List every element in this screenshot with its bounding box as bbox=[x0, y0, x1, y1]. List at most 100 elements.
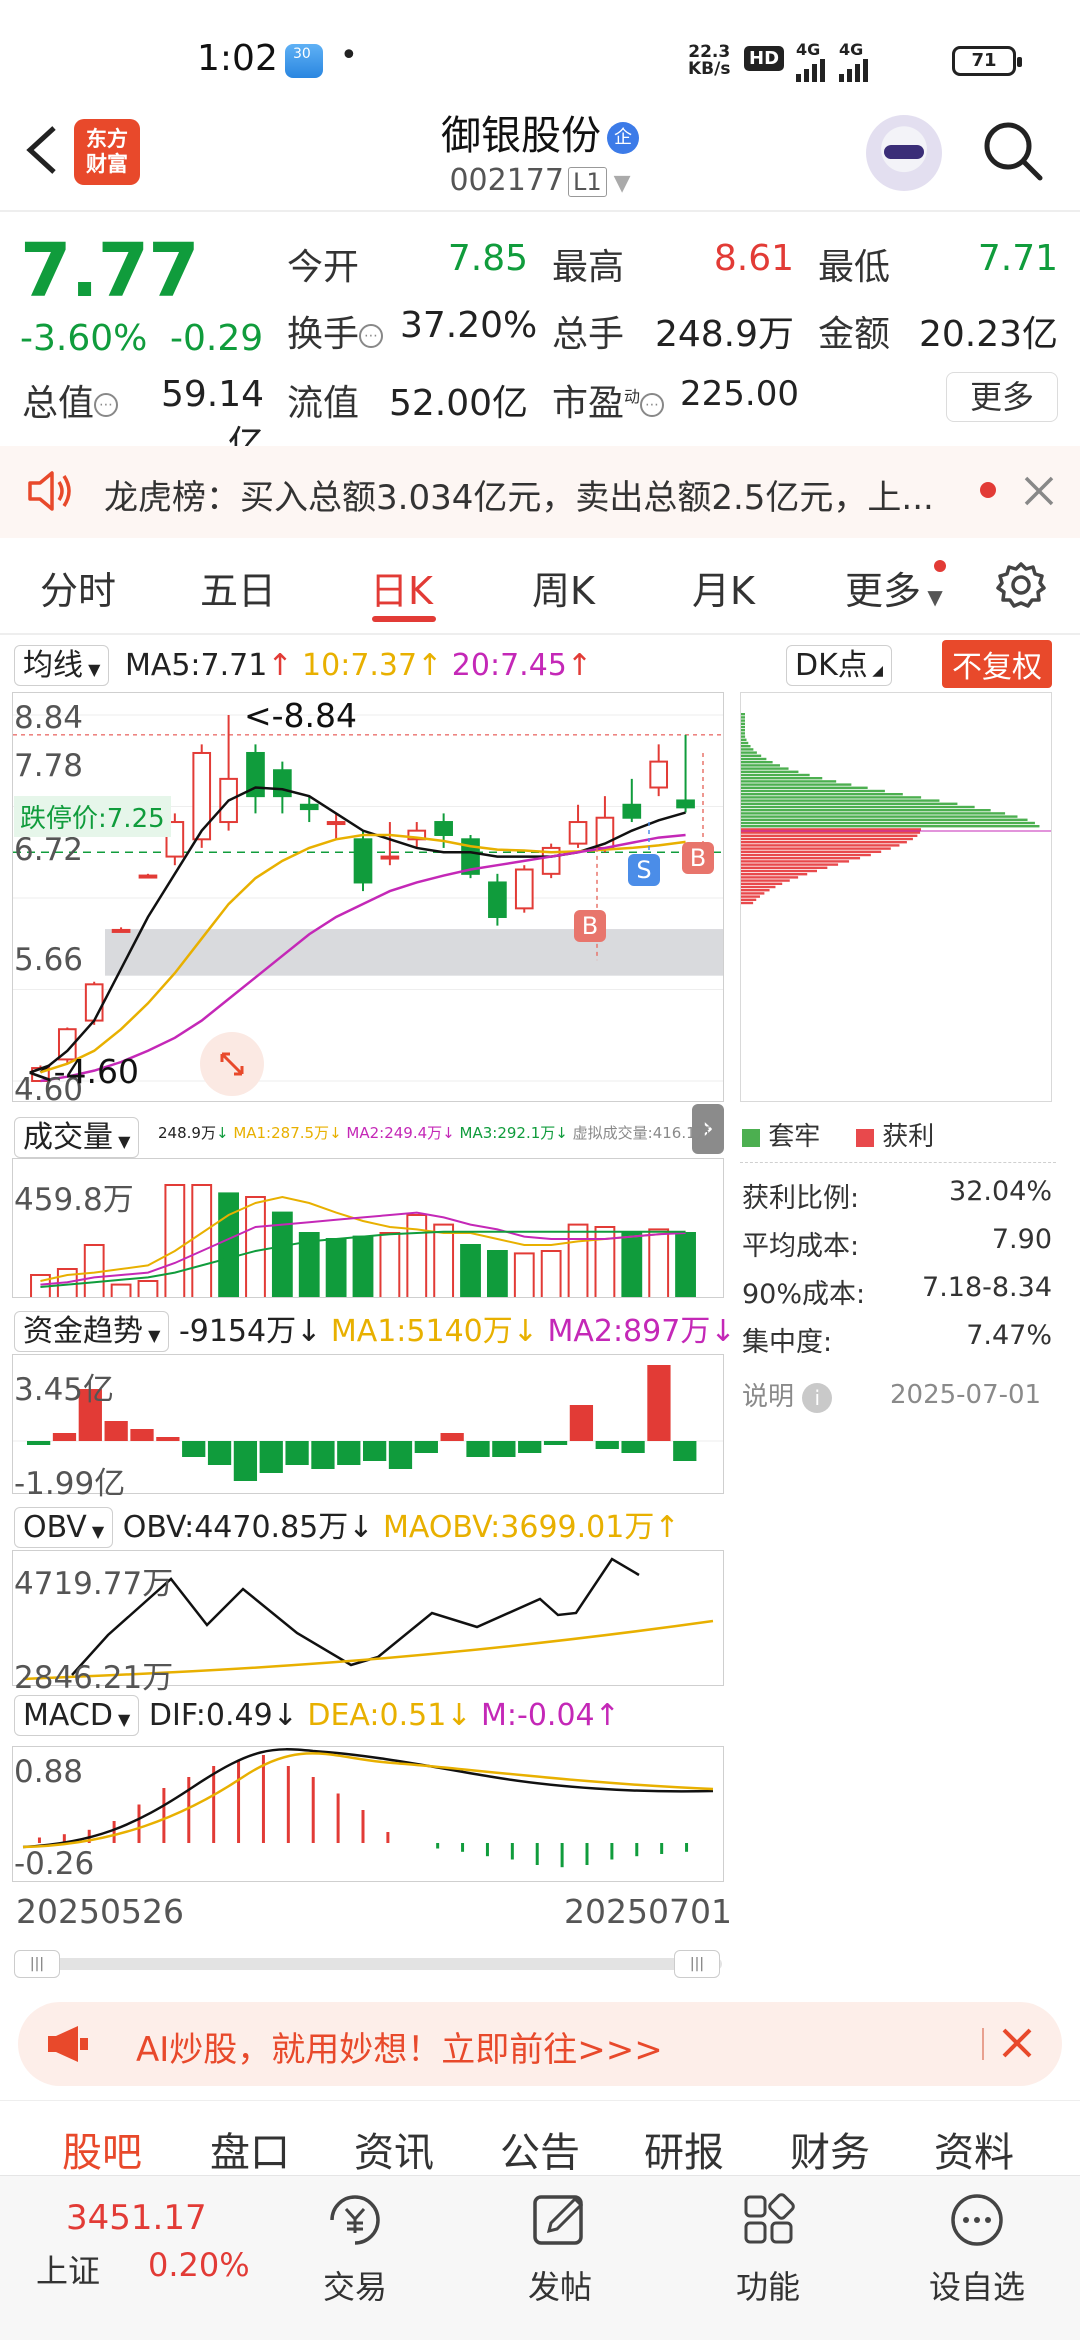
mktcap-label: 总值 ⋯ bbox=[22, 374, 119, 426]
candle bbox=[111, 928, 131, 933]
search-icon[interactable] bbox=[980, 118, 1046, 184]
tab-research[interactable]: 研报 bbox=[644, 2120, 724, 2178]
info-icon[interactable]: ⋯ bbox=[359, 324, 384, 348]
close-icon[interactable] bbox=[1022, 474, 1056, 512]
dk-point-selector[interactable]: DK点 ◢ bbox=[786, 640, 892, 686]
macd-y-bottom: -0.26 bbox=[14, 1846, 95, 1882]
float-label: 流值 bbox=[287, 383, 360, 424]
amount-value: 20.23亿 bbox=[918, 314, 1058, 355]
chip-bar bbox=[741, 841, 907, 844]
chip-bar bbox=[741, 821, 1035, 825]
ma-selector[interactable]: 均线 ▼ bbox=[14, 645, 110, 686]
chip-distribution-chart[interactable] bbox=[740, 692, 1052, 1102]
buy-signal-marker[interactable]: B bbox=[574, 910, 606, 942]
nav-functions[interactable]: 功能 bbox=[693, 2262, 843, 2308]
chip-bar bbox=[741, 805, 975, 809]
chip-bar bbox=[741, 885, 776, 889]
tab-daily-k[interactable]: 日K bbox=[370, 560, 433, 615]
index-value[interactable]: 3451.17 bbox=[66, 2198, 207, 2238]
tab-announcements[interactable]: 公告 bbox=[500, 2120, 580, 2178]
range-scrollbar[interactable] bbox=[16, 1958, 722, 1970]
tab-finance[interactable]: 财务 bbox=[790, 2120, 870, 2178]
buy-signal-marker[interactable]: B bbox=[682, 842, 714, 874]
fund-bar bbox=[182, 1441, 206, 1457]
tab-more[interactable]: 更多 ▼ bbox=[845, 560, 943, 615]
tab-weekly-k[interactable]: 周K bbox=[532, 560, 595, 615]
cost-90-label: 90%成本: bbox=[742, 1279, 866, 1310]
nav-post[interactable]: 发帖 bbox=[485, 2262, 635, 2308]
tab-news[interactable]: 资讯 bbox=[354, 2120, 434, 2178]
kline-chart[interactable] bbox=[12, 692, 724, 1102]
fund-bar bbox=[543, 1441, 568, 1445]
ad-close-icon[interactable] bbox=[1000, 2026, 1034, 2064]
nav-add-watchlist[interactable]: 设自选 bbox=[902, 2262, 1052, 2308]
fund-bar bbox=[621, 1441, 645, 1453]
macd-chart[interactable] bbox=[12, 1746, 724, 1882]
high-marker: <-8.84 bbox=[244, 696, 358, 735]
concentration-value: 7.47% bbox=[966, 1320, 1052, 1351]
macd-selector[interactable]: MACD ▼ bbox=[14, 1695, 140, 1736]
active-tab-underline bbox=[372, 616, 436, 622]
ma5-value: MA5:7.71 bbox=[124, 648, 268, 683]
chip-bar bbox=[741, 751, 757, 754]
obv-selector[interactable]: OBV ▼ bbox=[14, 1507, 114, 1548]
chip-note[interactable]: 说明 i bbox=[742, 1376, 833, 1413]
chip-bar bbox=[741, 777, 823, 780]
fund-indicator-row: 资金趋势 ▼ -9154万↓ MA1:5140万↓ MA2:897万↓ bbox=[14, 1306, 735, 1352]
tab-monthly-k[interactable]: 月K bbox=[692, 560, 755, 615]
chip-bar bbox=[741, 722, 745, 725]
nav-trade[interactable]: 交易 bbox=[280, 2262, 430, 2308]
index-name[interactable]: 上证 bbox=[36, 2246, 100, 2292]
fund-bar bbox=[52, 1433, 77, 1441]
info-icon[interactable]: ⋯ bbox=[640, 393, 665, 417]
range-handle-left[interactable]: ||| bbox=[14, 1950, 60, 1978]
chip-bar bbox=[741, 793, 903, 796]
fund-bar bbox=[466, 1441, 490, 1457]
chip-bar bbox=[741, 748, 754, 751]
speaker-icon bbox=[26, 468, 74, 518]
info-icon[interactable]: ⋯ bbox=[94, 393, 119, 417]
volume-bar bbox=[191, 1184, 213, 1297]
post-icon[interactable] bbox=[485, 2185, 635, 2255]
chip-bar bbox=[741, 745, 751, 748]
settings-gear-icon[interactable] bbox=[996, 560, 1046, 614]
volume-selector[interactable]: 成交量 ▼ bbox=[14, 1112, 140, 1158]
notice-bar[interactable]: 龙虎榜：买入总额3.034亿元，卖出总额2.5亿元，上... bbox=[0, 446, 1080, 538]
megaphone-icon bbox=[44, 2022, 92, 2070]
expand-icon[interactable] bbox=[200, 1032, 264, 1096]
notice-text: 龙虎榜：买入总额3.034亿元，卖出总额2.5亿元，上... bbox=[104, 478, 934, 518]
sell-signal-marker[interactable]: S bbox=[628, 854, 660, 886]
tab-profile[interactable]: 资料 bbox=[934, 2120, 1014, 2178]
tab-guba[interactable]: 股吧 bbox=[62, 2120, 142, 2178]
candle bbox=[299, 803, 319, 811]
functions-icon[interactable] bbox=[693, 2185, 843, 2255]
y-label-6.72: 6.72 bbox=[14, 832, 84, 868]
candle bbox=[380, 855, 400, 860]
add-watchlist-icon[interactable] bbox=[902, 2185, 1052, 2255]
amount-label: 金额 bbox=[818, 314, 891, 355]
ai-assistant-avatar[interactable] bbox=[866, 115, 942, 191]
adjust-toggle[interactable]: 不复权 bbox=[942, 640, 1052, 688]
volume-bar bbox=[164, 1184, 186, 1297]
range-handle-right[interactable]: ||| bbox=[674, 1950, 720, 1978]
index-change[interactable]: 0.20% bbox=[148, 2246, 250, 2284]
ma10-value: 10:7.37 bbox=[302, 648, 418, 683]
fund-bar bbox=[337, 1441, 361, 1465]
tab-minute[interactable]: 分时 bbox=[40, 560, 116, 615]
obv-indicator-row: OBV ▼ OBV:4470.85万↓ MAOBV:3699.01万↑ bbox=[14, 1502, 679, 1548]
ad-banner[interactable]: AI炒股，就用妙想！立即前往>>> bbox=[18, 2002, 1062, 2086]
chip-bar bbox=[741, 757, 767, 761]
fund-bar bbox=[595, 1441, 619, 1449]
chip-stats bbox=[740, 1162, 1056, 1163]
more-button[interactable]: 更多 bbox=[946, 372, 1058, 422]
chip-bar bbox=[741, 809, 991, 812]
chip-bar bbox=[741, 725, 745, 729]
tab-pankou[interactable]: 盘口 bbox=[210, 2120, 290, 2178]
fund-selector[interactable]: 资金趋势 ▼ bbox=[14, 1311, 170, 1352]
tab-five-day[interactable]: 五日 bbox=[200, 560, 276, 615]
signal-icon: 4G 4G bbox=[796, 40, 868, 82]
chip-bar bbox=[741, 729, 745, 732]
trade-icon[interactable] bbox=[280, 2185, 430, 2255]
chip-bar bbox=[741, 780, 837, 783]
unread-dot bbox=[980, 482, 996, 498]
